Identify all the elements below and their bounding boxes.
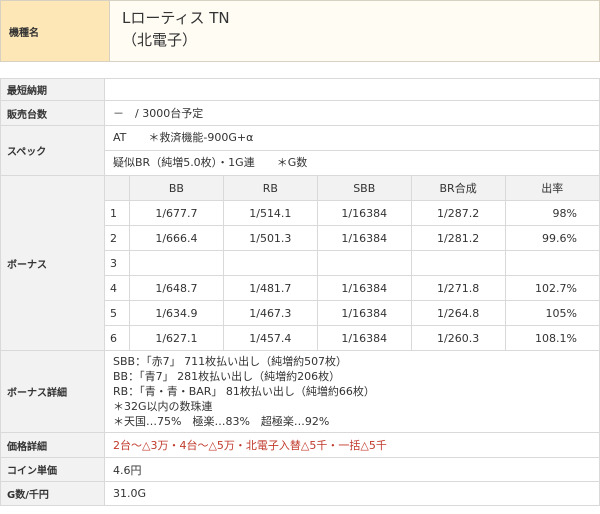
rate-value: 105%	[504, 300, 599, 326]
bb-value: 1/634.9	[129, 300, 224, 326]
detail-line: ＊天国…75% 極楽…83% 超極楽…92%	[113, 415, 330, 428]
g-per-1000-label: G数/千円	[0, 481, 105, 506]
setting-number: 1	[105, 200, 130, 226]
rate-value: 108.1%	[504, 325, 599, 350]
table-row: 5 1/634.9 1/467.3 1/16384 1/264.8 105%	[105, 300, 599, 326]
br-value: 1/281.2	[410, 225, 506, 251]
spec-label: スペック	[0, 125, 105, 176]
col-sbb: SBB	[316, 176, 412, 201]
bb-value: 1/627.1	[129, 325, 224, 350]
rb-value: 1/457.4	[222, 325, 318, 350]
bonus-label: ボーナス	[0, 175, 105, 351]
row-bonus: ボーナス BB RB SBB BR合成 出率 1 1/677.7 1/514.1…	[0, 175, 600, 351]
col-rate: 出率	[504, 176, 599, 201]
coin-price-label: コイン単価	[0, 457, 105, 482]
spec-line-2: 疑似BR（純増5.0枚）・1G連 ＊G数	[113, 156, 308, 169]
bb-value: 1/677.7	[129, 200, 224, 226]
rate-value: 102.7%	[504, 275, 599, 301]
row-coin-price: コイン単価 4.6円	[0, 457, 600, 482]
setting-number: 2	[105, 225, 130, 251]
model-maker: （北電子）	[122, 31, 198, 49]
model-header: 機種名 Lローティス TN （北電子）	[0, 0, 600, 62]
sales-units-label: 販売台数	[0, 100, 105, 126]
br-value: 1/264.8	[410, 300, 506, 326]
row-bonus-detail: ボーナス詳細 SBB：「赤7」 711枚払い出し（純増約507枚） BB：「青7…	[0, 350, 600, 433]
bonus-detail-text: SBB：「赤7」 711枚払い出し（純増約507枚） BB：「青7」 281枚払…	[105, 351, 599, 432]
setting-number: 5	[105, 300, 130, 326]
table-row: 1 1/677.7 1/514.1 1/16384 1/287.2 98%	[105, 200, 599, 226]
bonus-detail-value: SBB：「赤7」 711枚払い出し（純増約507枚） BB：「青7」 281枚払…	[104, 350, 600, 433]
model-name-label: 機種名	[1, 1, 110, 61]
spec-table: 最短納期 販売台数 － / 3000台予定 スペック AT ＊救済機能-900G…	[0, 78, 600, 506]
shortest-delivery-label: 最短納期	[0, 78, 105, 101]
col-rb: RB	[222, 176, 318, 201]
setting-number: 4	[105, 275, 130, 301]
col-bb: BB	[129, 176, 224, 201]
rb-value: 1/481.7	[222, 275, 318, 301]
setting-number: 3	[105, 250, 130, 276]
rb-value	[222, 250, 318, 276]
bonus-header-row: BB RB SBB BR合成 出率	[105, 176, 599, 201]
shortest-delivery-value	[104, 78, 600, 101]
row-sales-units: 販売台数 － / 3000台予定	[0, 100, 600, 126]
sbb-value: 1/16384	[316, 325, 412, 350]
rb-value: 1/501.3	[222, 225, 318, 251]
table-row: 2 1/666.4 1/501.3 1/16384 1/281.2 99.6%	[105, 225, 599, 251]
model-title: Lローティス TN	[122, 9, 230, 27]
bonus-probability-table: BB RB SBB BR合成 出率 1 1/677.7 1/514.1 1/16…	[105, 176, 599, 350]
rate-value: 98%	[504, 200, 599, 226]
bonus-table-cell: BB RB SBB BR合成 出率 1 1/677.7 1/514.1 1/16…	[104, 175, 600, 351]
br-value: 1/287.2	[410, 200, 506, 226]
setting-number: 6	[110, 331, 117, 345]
sbb-value: 1/16384	[316, 275, 412, 301]
detail-line: SBB：「赤7」 711枚払い出し（純増約507枚）	[113, 355, 348, 368]
coin-price-value: 4.6円	[104, 457, 600, 482]
br-value: 1/260.3	[410, 325, 506, 350]
model-name-value: Lローティス TN （北電子）	[110, 1, 599, 61]
rb-value: 1/514.1	[222, 200, 318, 226]
table-row: 4 1/648.7 1/481.7 1/16384 1/271.8 102.7%	[105, 275, 599, 301]
br-value: 1/271.8	[410, 275, 506, 301]
row-shortest-delivery: 最短納期	[0, 78, 600, 101]
col-br: BR合成	[410, 176, 506, 201]
row-g-per-1000: G数/千円 31.0G	[0, 481, 600, 506]
bb-value: 1/666.4	[129, 225, 224, 251]
row-price-detail: 価格詳細 2台～△3万・4台～△5万・北電子入替△5千・一括△5千	[0, 432, 600, 458]
price-detail-value: 2台～△3万・4台～△5万・北電子入替△5千・一括△5千	[104, 432, 600, 458]
spec-value: AT ＊救済機能-900G+α 疑似BR（純増5.0枚）・1G連 ＊G数	[104, 125, 600, 176]
table-row: 3	[105, 250, 599, 276]
spec-line-1: AT ＊救済機能-900G+α	[105, 126, 599, 151]
detail-line: BB：「青7」 281枚払い出し（純増約206枚）	[113, 370, 341, 383]
row-spec: スペック AT ＊救済機能-900G+α 疑似BR（純増5.0枚）・1G連 ＊G…	[0, 125, 600, 176]
bb-value	[129, 250, 224, 276]
g-per-1000-value: 31.0G	[104, 481, 600, 506]
sales-units-value: － / 3000台予定	[104, 100, 600, 126]
sbb-value: 1/16384	[316, 200, 412, 226]
table-row: 6 1/627.1 1/457.4 1/16384 1/260.3 108.1%	[105, 325, 599, 350]
rate-value: 99.6%	[504, 225, 599, 251]
sbb-value: 1/16384	[316, 300, 412, 326]
bonus-detail-label: ボーナス詳細	[0, 350, 105, 433]
price-detail-label: 価格詳細	[0, 432, 105, 458]
bb-value: 1/648.7	[129, 275, 224, 301]
sbb-value	[316, 250, 412, 276]
detail-line: RB：「青・青・BAR」 81枚払い出し（純増約66枚）	[113, 385, 375, 398]
sbb-value: 1/16384	[316, 225, 412, 251]
rb-value: 1/467.3	[222, 300, 318, 326]
setting-header	[105, 176, 130, 201]
br-value	[410, 250, 506, 276]
detail-line: ＊32G以内の数珠連	[113, 400, 213, 413]
rate-value	[504, 250, 599, 276]
